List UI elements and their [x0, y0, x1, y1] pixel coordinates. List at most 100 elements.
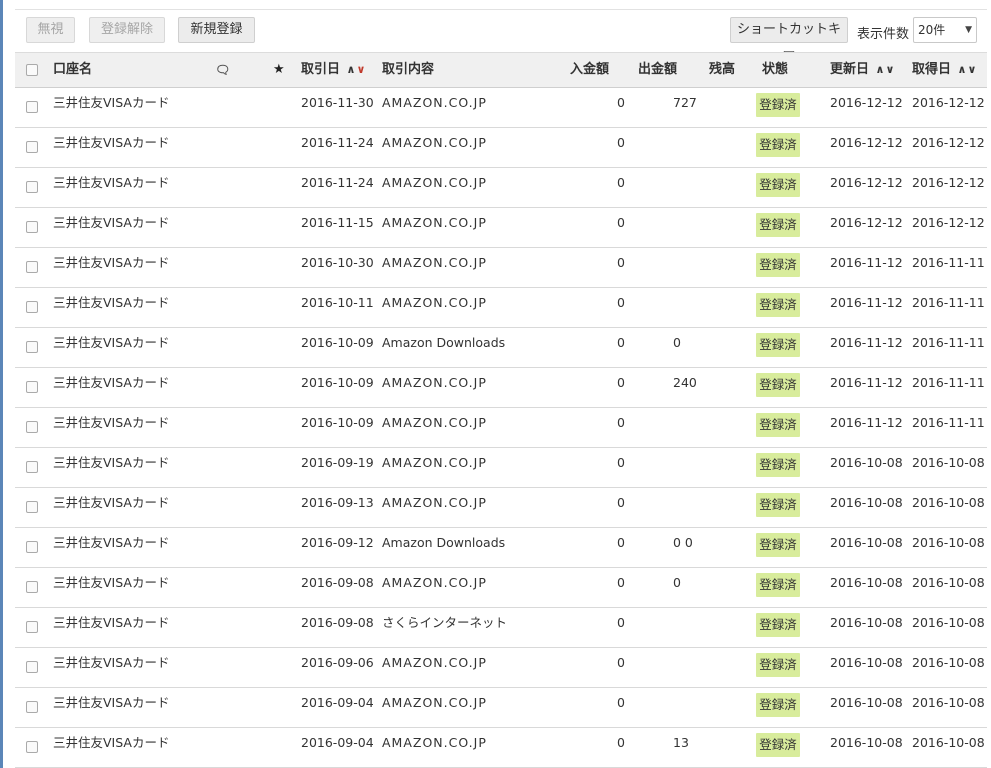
table-row[interactable]: 三井住友VISAカード 2016-09-19 AMAZON.CO.JP 0 登録済 201…: [15, 448, 987, 488]
row-content[interactable]: AMAZON.CO.JP: [382, 568, 487, 598]
row-date: 2016-09-08: [301, 575, 374, 590]
row-deposit: 0: [617, 695, 625, 710]
table-row[interactable]: 三井住友VISAカード 2016-09-13 AMAZON.CO.JP 0 登録済 201…: [15, 488, 987, 528]
row-checkbox[interactable]: [26, 221, 38, 233]
row-content[interactable]: さくらインターネット: [382, 608, 507, 638]
row-content[interactable]: AMAZON.CO.JP: [382, 128, 487, 158]
status-badge: 登録済: [756, 453, 800, 477]
row-account: 三井住友VISAカード: [53, 95, 170, 110]
page-size-select[interactable]: 20件 ▼: [913, 17, 977, 43]
row-checkbox[interactable]: [26, 301, 38, 313]
star-icon[interactable]: ★: [273, 53, 285, 87]
row-acquired: 2016-10-08: [912, 615, 985, 630]
header-account[interactable]: 口座名: [53, 53, 92, 87]
header-updated[interactable]: 更新日 ∧∨: [830, 53, 895, 87]
row-updated: 2016-12-12: [830, 175, 903, 190]
shortcut-keys-button[interactable]: ショートカットキー: [730, 17, 848, 61]
sort-icon[interactable]: ∧∨: [347, 63, 367, 76]
row-checkbox[interactable]: [26, 101, 38, 113]
sort-icon[interactable]: ∧∨: [958, 63, 978, 76]
row-content[interactable]: AMAZON.CO.JP: [382, 448, 487, 478]
row-checkbox[interactable]: [26, 181, 38, 193]
row-date: 2016-09-12: [301, 535, 374, 550]
table-row[interactable]: 三井住友VISAカード 2016-11-24 AMAZON.CO.JP 0 登録済 201…: [15, 128, 987, 168]
select-all-checkbox[interactable]: [26, 64, 38, 76]
status-badge: 登録済: [756, 373, 800, 397]
row-checkbox[interactable]: [26, 261, 38, 273]
table-row[interactable]: 三井住友VISAカード 2016-09-04 AMAZON.CO.JP 0 13 登録済 2…: [15, 728, 987, 768]
table-row[interactable]: 三井住友VISAカード 2016-11-15 AMAZON.CO.JP 0 登録済 201…: [15, 208, 987, 248]
table-row[interactable]: 三井住友VISAカード 2016-11-24 AMAZON.CO.JP 0 登録済 201…: [15, 168, 987, 208]
row-date: 2016-10-09: [301, 415, 374, 430]
row-content[interactable]: AMAZON.CO.JP: [382, 208, 487, 238]
row-content[interactable]: AMAZON.CO.JP: [382, 408, 487, 438]
row-account: 三井住友VISAカード: [53, 375, 170, 390]
row-deposit: 0: [617, 375, 625, 390]
row-checkbox[interactable]: [26, 341, 38, 353]
row-updated: 2016-10-08: [830, 575, 903, 590]
status-badge: 登録済: [756, 493, 800, 517]
row-checkbox[interactable]: [26, 661, 38, 673]
row-acquired: 2016-12-12: [912, 215, 985, 230]
ignore-button[interactable]: 無視: [26, 17, 75, 43]
table-row[interactable]: 三井住友VISAカード 2016-10-09 AMAZON.CO.JP 0 登録済 201…: [15, 408, 987, 448]
table-row[interactable]: 三井住友VISAカード 2016-10-30 AMAZON.CO.JP 0 登録済 201…: [15, 248, 987, 288]
header-deposit[interactable]: 入金額: [570, 53, 609, 87]
row-content[interactable]: AMAZON.CO.JP: [382, 488, 487, 518]
table-row[interactable]: 三井住友VISAカード 2016-09-12 Amazon Downloads 0 0 …: [15, 528, 987, 568]
row-content[interactable]: Amazon Downloads: [382, 328, 505, 358]
row-acquired: 2016-10-08: [912, 655, 985, 670]
row-checkbox[interactable]: [26, 621, 38, 633]
row-deposit: 0: [617, 175, 625, 190]
table-row[interactable]: 三井住友VISAカード 2016-09-04 AMAZON.CO.JP 0 登録済 201…: [15, 688, 987, 728]
row-withdrawal: 13: [673, 735, 689, 750]
row-checkbox[interactable]: [26, 741, 38, 753]
row-content[interactable]: AMAZON.CO.JP: [382, 688, 487, 718]
row-content[interactable]: AMAZON.CO.JP: [382, 88, 487, 118]
row-deposit: 0: [617, 95, 625, 110]
table-row[interactable]: 三井住友VISAカード 2016-10-11 AMAZON.CO.JP 0 登録済 201…: [15, 288, 987, 328]
row-checkbox[interactable]: [26, 141, 38, 153]
row-checkbox[interactable]: [26, 501, 38, 513]
table-row[interactable]: 三井住友VISAカード 2016-11-30 AMAZON.CO.JP 0 727 登録済…: [15, 88, 987, 128]
row-content[interactable]: AMAZON.CO.JP: [382, 648, 487, 678]
row-withdrawal: 0 0: [673, 535, 693, 550]
table-row[interactable]: 三井住友VISAカード 2016-09-06 AMAZON.CO.JP 0 登録済 201…: [15, 648, 987, 688]
row-content[interactable]: AMAZON.CO.JP: [382, 288, 487, 318]
header-date[interactable]: 取引日 ∧∨: [301, 53, 366, 87]
status-badge: 登録済: [756, 693, 800, 717]
status-badge: 登録済: [756, 733, 800, 757]
row-checkbox[interactable]: [26, 541, 38, 553]
row-deposit: 0: [617, 455, 625, 470]
row-checkbox[interactable]: [26, 381, 38, 393]
new-registration-button[interactable]: 新規登録: [178, 17, 255, 43]
table-row[interactable]: 三井住友VISAカード 2016-09-08 さくらインターネット 0 登録済 2016-…: [15, 608, 987, 648]
row-checkbox[interactable]: [26, 421, 38, 433]
row-content[interactable]: AMAZON.CO.JP: [382, 168, 487, 198]
row-content[interactable]: AMAZON.CO.JP: [382, 728, 487, 758]
header-status[interactable]: 状態: [762, 53, 788, 87]
header-balance[interactable]: 残高: [709, 53, 735, 87]
table-row[interactable]: 三井住友VISAカード 2016-10-09 Amazon Downloads 0 0 登…: [15, 328, 987, 368]
toolbar: 無視 登録解除 新規登録 ショートカットキー 表示件数 20件 ▼: [15, 10, 987, 61]
row-content[interactable]: AMAZON.CO.JP: [382, 368, 487, 398]
sort-icon[interactable]: ∧∨: [876, 63, 896, 76]
table-row[interactable]: 三井住友VISAカード 2016-09-08 AMAZON.CO.JP 0 0 登録済 20…: [15, 568, 987, 608]
row-checkbox[interactable]: [26, 581, 38, 593]
row-updated: 2016-10-08: [830, 655, 903, 670]
row-content[interactable]: Amazon Downloads: [382, 528, 505, 558]
row-date: 2016-10-09: [301, 375, 374, 390]
header-withdrawal[interactable]: 出金額: [638, 53, 677, 87]
row-updated: 2016-10-08: [830, 735, 903, 750]
row-checkbox[interactable]: [26, 701, 38, 713]
table-row[interactable]: 三井住友VISAカード 2016-10-09 AMAZON.CO.JP 0 240 登録済…: [15, 368, 987, 408]
unregister-button[interactable]: 登録解除: [89, 17, 165, 43]
row-content[interactable]: AMAZON.CO.JP: [382, 248, 487, 278]
status-badge: 登録済: [756, 213, 800, 237]
row-checkbox[interactable]: [26, 461, 38, 473]
row-deposit: 0: [617, 415, 625, 430]
comment-icon[interactable]: 🗨: [215, 53, 230, 87]
row-acquired: 2016-10-08: [912, 695, 985, 710]
header-acquired[interactable]: 取得日 ∧∨: [912, 53, 977, 87]
header-content[interactable]: 取引内容: [382, 53, 434, 87]
